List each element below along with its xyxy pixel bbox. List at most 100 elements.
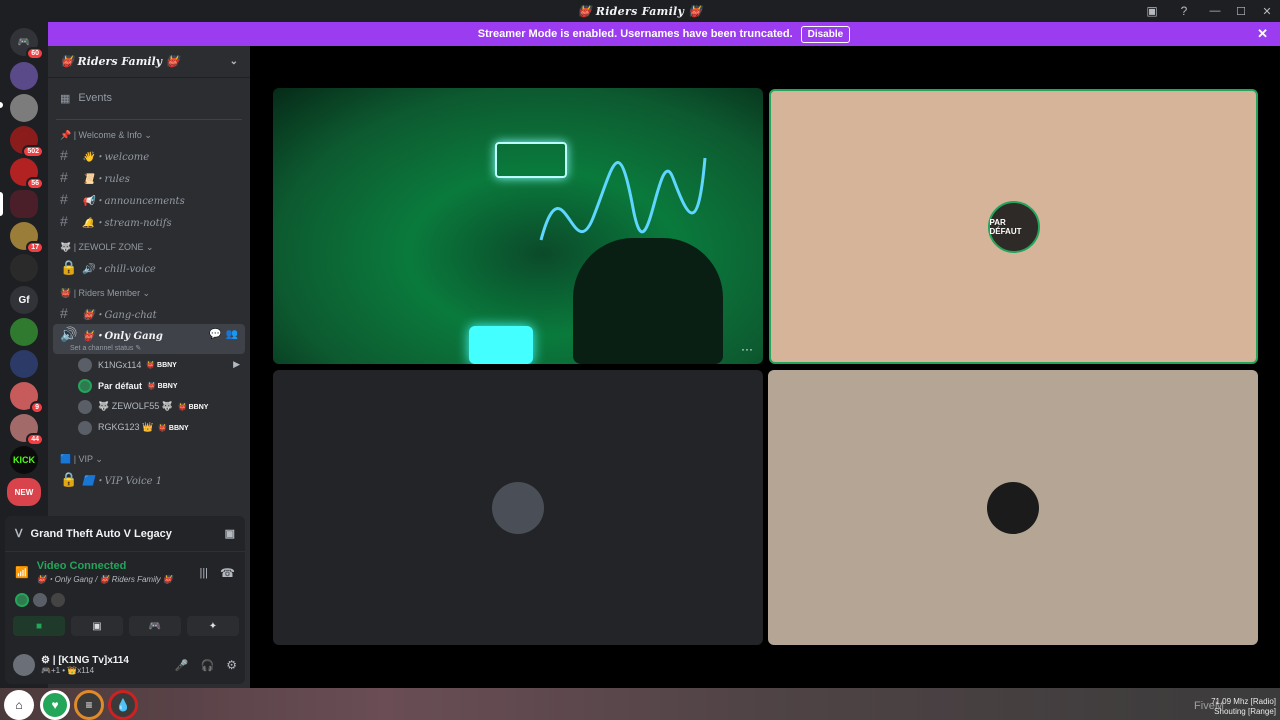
gear-icon[interactable]: ⚙	[226, 658, 237, 672]
channel-status[interactable]: Set a channel status ✎	[60, 344, 238, 352]
channel-name: 👹・Only Gang	[82, 331, 163, 343]
role-tag: 👹 BBNY	[147, 382, 178, 390]
new-server-badge[interactable]: NEW	[7, 478, 41, 506]
server-icon[interactable]: 502	[10, 126, 44, 158]
window-title: 👹 Riders Family 👹	[577, 4, 703, 18]
person-silhouette	[573, 238, 723, 364]
speaker-icon: 🔊	[60, 326, 78, 343]
minimize-button[interactable]: —	[1202, 0, 1228, 22]
category-vip[interactable]: 🟦 | VIP ⌄	[48, 450, 250, 468]
server-icon[interactable]	[10, 350, 38, 378]
voice-user[interactable]: Par défaut 👹 BBNY	[48, 375, 250, 396]
server-icon[interactable]: 56	[10, 158, 44, 190]
channel-name: 👹・Gang-chat	[82, 309, 157, 321]
thirst-hud-icon: 💧	[108, 690, 138, 720]
channel-name: 🔊・chill-voice	[82, 263, 156, 275]
more-options-icon[interactable]: ···	[741, 342, 753, 356]
soundboard-button[interactable]: ✦	[187, 616, 239, 636]
category-riders-member[interactable]: 👹 | Riders Member ⌄	[48, 284, 250, 302]
role-tag: 👹 BBNY	[158, 424, 189, 432]
channel-name: 📜・rules	[82, 173, 130, 185]
screen-share-icon[interactable]: ▣	[1144, 3, 1160, 19]
stream-icon[interactable]: ▣	[225, 527, 235, 540]
channel-only-gang[interactable]: 🔊 👹・Only Gang 💬 👥 Set a channel status ✎	[53, 324, 245, 354]
participant-avatars	[15, 593, 235, 607]
close-icon[interactable]: ✕	[1257, 26, 1268, 42]
lock-icon: 🔒	[60, 258, 78, 275]
selected-pill	[0, 192, 3, 216]
headphones-icon[interactable]: 🎧	[201, 659, 215, 672]
avatar[interactable]	[13, 654, 35, 676]
user-status: 🎮+1 • 👑x114	[41, 666, 95, 675]
radio-frequency: 71.09 Mhz [Radio]	[1211, 697, 1276, 706]
noise-suppression-icon[interactable]: |||	[199, 567, 208, 579]
avatar[interactable]	[51, 593, 65, 607]
user-panel: Ⅴ Grand Theft Auto V Legacy ▣ 📶 Video Co…	[5, 516, 245, 684]
channel-vip-voice-1[interactable]: 🔒 🟦・VIP Voice 1	[48, 468, 250, 490]
channel-rules[interactable]: # 📜・rules	[48, 166, 250, 188]
server-icon[interactable]	[10, 62, 38, 90]
channel-stream-notifs[interactable]: # 🔔・stream-notifs	[48, 210, 250, 232]
video-tile-k1ngx114[interactable]: ···	[273, 88, 763, 364]
video-connected-label[interactable]: Video Connected	[37, 560, 173, 572]
chat-bubble-icon[interactable]: 💬	[209, 329, 221, 340]
hash-icon: #	[60, 305, 68, 321]
server-icon[interactable]	[10, 318, 38, 346]
category-zewolf-zone[interactable]: 🐺 | ZEWOLF ZONE ⌄	[48, 238, 250, 256]
activity-bar: Ⅴ Grand Theft Auto V Legacy ▣	[5, 516, 245, 552]
server-icon[interactable]: 17	[10, 222, 44, 254]
help-icon[interactable]: ?	[1176, 3, 1192, 19]
video-tile-rgkg123[interactable]	[768, 370, 1258, 645]
add-member-icon[interactable]: 👥	[226, 329, 238, 340]
share-screen-button[interactable]: ▣	[71, 616, 123, 636]
signal-icon[interactable]: 📶	[15, 566, 29, 579]
server-icon[interactable]: 9	[10, 382, 44, 414]
voice-user[interactable]: K1NGx114 👹 BBNY ▶	[48, 354, 250, 375]
microphone-icon[interactable]: 🎤	[175, 659, 189, 672]
game-icon: Ⅴ	[15, 528, 23, 540]
chevron-down-icon: ⌄	[229, 56, 238, 67]
server-icon[interactable]: 44	[10, 414, 44, 446]
server-icon[interactable]	[10, 94, 38, 122]
radio-readout: 71.09 Mhz [Radio] Shouting [Range]	[1211, 697, 1276, 717]
hash-icon: #	[60, 213, 68, 229]
calendar-icon: ▦	[60, 92, 71, 105]
server-icon[interactable]	[10, 254, 38, 282]
server-icon-riders-family[interactable]	[10, 190, 38, 218]
avatar[interactable]	[33, 593, 47, 607]
voice-user-name: RGKG123 👑	[98, 422, 154, 432]
server-header[interactable]: 👹 Riders Family 👹 ⌄	[48, 46, 250, 78]
close-window-button[interactable]: ✕	[1254, 0, 1280, 22]
channel-chill-voice[interactable]: 🔒 🔊・chill-voice	[48, 256, 250, 278]
maximize-button[interactable]: ☐	[1228, 0, 1254, 22]
unread-pill	[0, 102, 3, 108]
voice-user-name: 🐺 ZEWOLF55 🐺	[98, 401, 173, 411]
channel-gang-chat[interactable]: # 👹・Gang-chat	[48, 302, 250, 324]
video-tile-zewolf55[interactable]	[273, 370, 763, 645]
channel-announcements[interactable]: # 📢・announcements	[48, 188, 250, 210]
disconnect-icon[interactable]: ☎	[220, 566, 235, 580]
server-icon-kick[interactable]: KICK	[10, 446, 38, 474]
avatar	[78, 420, 92, 435]
hash-icon: #	[60, 191, 68, 207]
category-welcome-info[interactable]: 📌 | Welcome & Info ⌄	[48, 126, 250, 144]
direct-messages-icon[interactable]: 🎮 60	[10, 28, 44, 60]
mention-badge: 44	[26, 433, 44, 446]
voice-user[interactable]: 🐺 ZEWOLF55 🐺 👹 BBNY	[48, 396, 250, 417]
disable-button[interactable]: Disable	[800, 25, 851, 43]
channel-welcome[interactable]: # 👋・welcome	[48, 144, 250, 166]
voice-status: 📶 Video Connected 👹・Only Gang / 👹 Riders…	[5, 552, 245, 607]
video-tile-par-defaut[interactable]: PAR DÉFAUT	[769, 89, 1258, 364]
lock-icon: 🔒	[60, 470, 78, 487]
avatar[interactable]	[15, 593, 29, 607]
voice-user[interactable]: RGKG123 👑 👹 BBNY	[48, 417, 250, 438]
server-icon-gf[interactable]: Gf	[10, 286, 38, 314]
camera-button[interactable]: ■	[13, 616, 65, 636]
avatar	[78, 378, 92, 393]
mention-badge: 17	[26, 241, 44, 254]
health-hud-icon: ♥	[40, 690, 70, 720]
activity-button[interactable]: 🎮	[129, 616, 181, 636]
avatar	[987, 481, 1039, 534]
events-item[interactable]: ▦ Events	[48, 83, 250, 113]
voice-range: Shouting [Range]	[1214, 707, 1276, 716]
